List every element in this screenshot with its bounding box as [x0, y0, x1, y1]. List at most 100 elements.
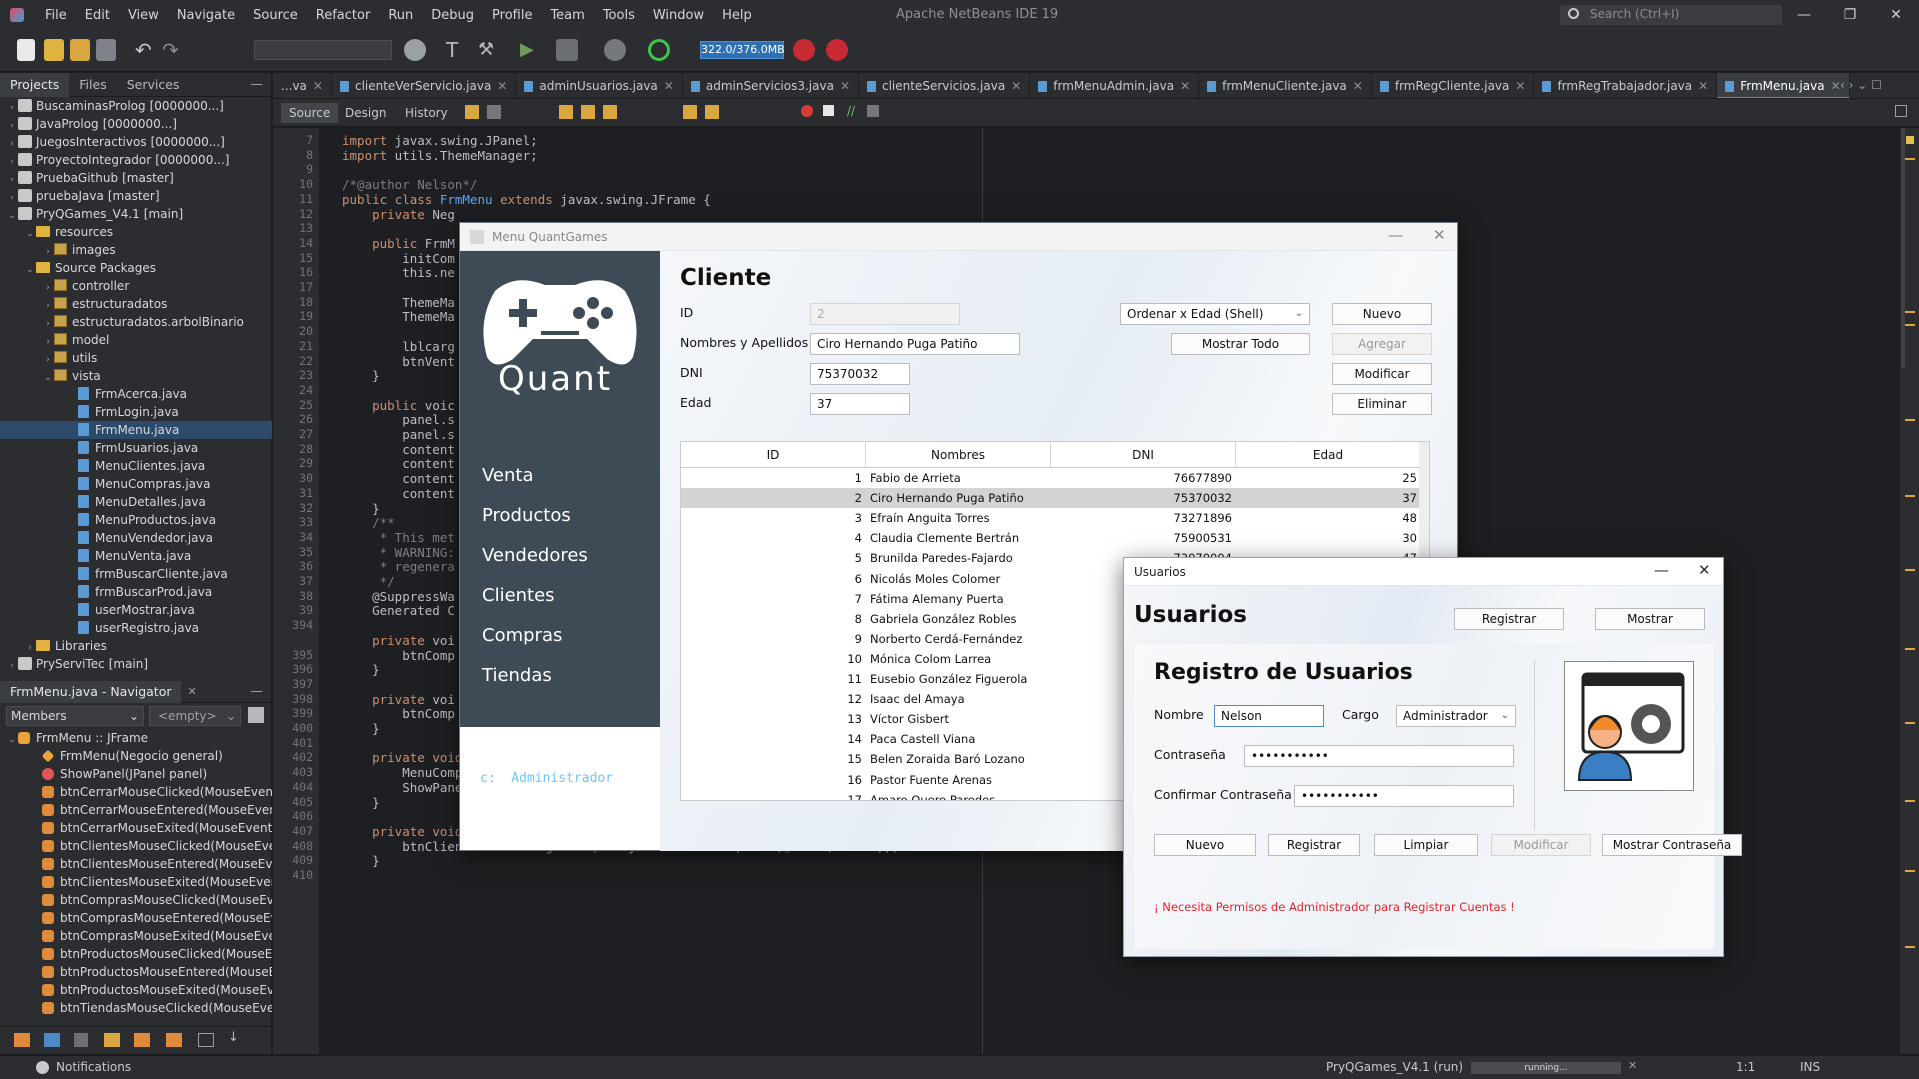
menu-help[interactable]: Help [713, 8, 761, 23]
sort-direction-icon[interactable]: ↓ [228, 1030, 239, 1045]
tree-item[interactable]: MenuClientes.java [0, 457, 272, 475]
debug-icon[interactable] [556, 39, 578, 61]
close-tab-icon[interactable]: ✕ [313, 79, 323, 93]
comment-icon[interactable]: // [847, 104, 855, 118]
editor-tab[interactable]: frmRegTrabajador.java ✕ [1534, 73, 1718, 98]
close-tab-icon[interactable]: ✕ [1180, 79, 1190, 93]
agregar-button[interactable]: Agregar [1332, 333, 1432, 355]
id-field[interactable]: 2 [810, 303, 960, 325]
nav-productos[interactable]: Productos [482, 505, 571, 526]
tree-item[interactable]: MenuVenta.java [0, 547, 272, 565]
close-tab-icon[interactable]: ✕ [840, 79, 850, 93]
menu-tools[interactable]: Tools [594, 8, 644, 23]
tree-item[interactable]: › ProyectoIntegrador [0000000...] [0, 151, 272, 169]
sort-combo[interactable]: Ordenar x Edad (Shell) ⌄ [1120, 303, 1310, 325]
redo-icon[interactable]: ↷ [162, 39, 184, 61]
shift-right-icon[interactable] [705, 105, 719, 119]
find-prev-icon[interactable] [581, 105, 595, 119]
empty-filter[interactable]: <empty> ⌄ [149, 706, 241, 726]
tree-item[interactable]: ⌄ vista [0, 367, 272, 385]
tree-item[interactable]: MenuVendedor.java [0, 529, 272, 547]
members-filter[interactable]: Members ⌄ [6, 706, 144, 726]
new-file-icon[interactable] [17, 39, 35, 61]
minimize-navigator-icon[interactable]: — [250, 684, 263, 699]
menu-team[interactable]: Team [541, 8, 593, 23]
editor-tab[interactable]: ...va ✕ [273, 73, 332, 98]
filter-static-icon[interactable] [44, 1033, 60, 1047]
notifications-label[interactable]: Notifications [56, 1060, 131, 1074]
clean-build-icon[interactable]: ⚒ [478, 39, 500, 61]
tree-item[interactable]: › JuegosInteractivos [0000000...] [0, 133, 272, 151]
menu-refactor[interactable]: Refactor [307, 8, 380, 23]
tab-files[interactable]: Files [69, 73, 116, 97]
logout-button[interactable]: Cerrar Sesion [482, 829, 604, 850]
tree-item[interactable]: userMostrar.java [0, 601, 272, 619]
minimize-panel-icon[interactable]: — [250, 77, 263, 92]
navigator-member[interactable]: btnCerrarMouseExited(MouseEvent e [0, 819, 272, 837]
run-status-project[interactable]: PryQGames_V4.1 (run) [1326, 1060, 1463, 1074]
column-header[interactable]: ID [681, 442, 866, 468]
forward-icon[interactable] [487, 105, 501, 119]
cargo-combo[interactable]: Administrador ⌄ [1396, 705, 1516, 727]
dni-field[interactable]: 75370032 [810, 363, 910, 385]
tree-item[interactable]: › pruebaJava [master] [0, 187, 272, 205]
modificar-user-button[interactable]: Modificar [1491, 834, 1591, 856]
close-tab-icon[interactable]: ✕ [1353, 79, 1363, 93]
navigator-member[interactable]: btnComprasMouseEntered(MouseEve [0, 909, 272, 927]
navigator-member[interactable]: ShowPanel(JPanel panel) [0, 765, 272, 783]
power-icon[interactable] [648, 39, 670, 61]
restore-icon[interactable]: ❐ [1827, 0, 1873, 30]
close-tab-icon[interactable]: ✕ [497, 79, 507, 93]
tab-source[interactable]: Source [281, 103, 339, 123]
navigator-member[interactable]: btnProductosMouseExited(MouseEve [0, 981, 272, 999]
tree-item[interactable]: frmBuscarProd.java [0, 583, 272, 601]
edad-field[interactable]: 37 [810, 393, 910, 415]
editor-tab[interactable]: clienteVerServicio.java ✕ [332, 73, 517, 98]
menu-run[interactable]: Run [379, 8, 422, 23]
build-icon[interactable]: T [446, 39, 468, 61]
tree-item[interactable]: FrmAcerca.java [0, 385, 272, 403]
profile-icon[interactable] [604, 39, 626, 61]
globe-icon[interactable] [404, 39, 426, 61]
memory-indicator[interactable]: 322.0/376.0MB [700, 41, 785, 59]
navigator-title[interactable]: FrmMenu.java - Navigator [0, 680, 182, 703]
expanded-icon[interactable]: ⌄ [6, 731, 18, 747]
navigator-root[interactable]: ⌄ FrmMenu :: JFrame [0, 729, 272, 747]
limpiar-button[interactable]: Limpiar [1374, 834, 1478, 856]
tree-item[interactable]: › JavaProlog [0000000...] [0, 115, 272, 133]
gc-alt-icon[interactable] [826, 39, 848, 61]
tree-item[interactable]: › estructuradatos.arbolBinario [0, 313, 272, 331]
navigator-member[interactable]: btnComprasMouseExited(MouseEvent [0, 927, 272, 945]
close-icon[interactable]: ✕ [1698, 561, 1711, 579]
tree-item[interactable]: ⌄ Source Packages [0, 259, 272, 277]
modificar-button[interactable]: Modificar [1332, 363, 1432, 385]
tab-design[interactable]: Design [337, 103, 394, 123]
close-icon[interactable]: ✕ [1433, 226, 1446, 244]
open-project-icon[interactable] [70, 39, 90, 61]
eliminar-button[interactable]: Eliminar [1332, 393, 1432, 415]
tree-item[interactable]: MenuCompras.java [0, 475, 272, 493]
gc-icon[interactable] [793, 39, 815, 61]
shift-left-icon[interactable] [683, 105, 697, 119]
menu-profile[interactable]: Profile [483, 8, 541, 23]
back-icon[interactable] [465, 105, 479, 119]
find-next-icon[interactable] [603, 105, 617, 119]
close-tab-icon[interactable]: ✕ [1698, 79, 1708, 93]
tree-item[interactable]: › Libraries [0, 637, 272, 655]
run-icon[interactable]: ▶ [520, 39, 542, 61]
menu-navigate[interactable]: Navigate [168, 8, 244, 23]
filter-fields-icon[interactable] [14, 1033, 30, 1047]
close-tab-icon[interactable]: ✕ [664, 79, 674, 93]
nombre-field[interactable]: Nelson [1214, 705, 1324, 727]
mostrar-contrasena-button[interactable]: Mostrar Contraseña [1602, 834, 1742, 856]
save-all-icon[interactable] [96, 39, 116, 61]
nav-clientes[interactable]: Clientes [482, 585, 555, 606]
split-editor-icon[interactable] [1895, 105, 1907, 117]
editor-tab[interactable]: clienteServicios.java ✕ [859, 73, 1031, 98]
sort-icon[interactable] [198, 1033, 214, 1047]
close-progress-icon[interactable]: ✕ [1628, 1059, 1637, 1072]
menu-edit[interactable]: Edit [76, 8, 119, 23]
nuevo-user-button[interactable]: Nuevo [1154, 834, 1256, 856]
stop-macro-icon[interactable] [823, 105, 834, 116]
tree-item[interactable]: FrmUsuarios.java [0, 439, 272, 457]
